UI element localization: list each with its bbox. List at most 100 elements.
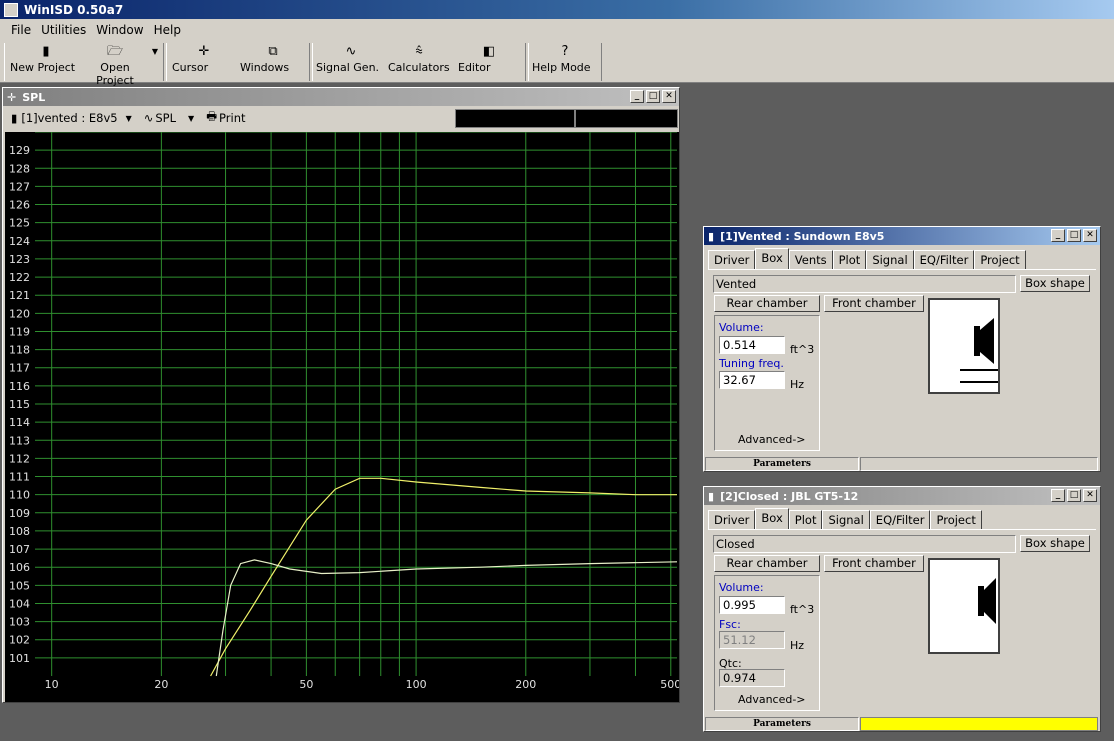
status-progress (860, 457, 1098, 471)
spl-chart[interactable]: 101 102 103 104 105 106 107 108 109 110 111 112 113 1… (5, 131, 681, 702)
tab-plot[interactable]: Plot (788, 510, 823, 529)
y-tick-label: 102 (9, 634, 30, 647)
closed-box-diagram (978, 578, 996, 624)
crosshair-icon: ✛ (7, 90, 17, 104)
tab-signal[interactable]: Signal (866, 250, 914, 269)
minimize-button[interactable]: _ (1051, 229, 1065, 242)
closed-tabs: Driver Box Plot Signal EQ/Filter Project (708, 508, 982, 529)
new-project-button[interactable]: ▮ New Project (10, 43, 82, 81)
tab-plot[interactable]: Plot (832, 250, 867, 269)
box-shape-button[interactable]: Box shape (1020, 275, 1090, 292)
tuning-input[interactable]: 32.67 (719, 371, 785, 389)
y-tick-label: 125 (9, 217, 30, 230)
y-tick-label: 114 (9, 416, 30, 429)
y-tick-label: 123 (9, 253, 30, 266)
front-chamber-button[interactable]: Front chamber (824, 295, 924, 312)
closed-window-controls: _ □ ✕ (1051, 489, 1097, 502)
cursor-button[interactable]: ✛ Cursor (172, 43, 236, 81)
close-button[interactable]: ✕ (1083, 489, 1097, 502)
rear-chamber-button[interactable]: Rear chamber (714, 295, 820, 312)
y-tick-label: 112 (9, 452, 30, 465)
close-button[interactable]: ✕ (662, 90, 676, 103)
y-tick-label: 101 (9, 652, 30, 665)
help-mode-button[interactable]: ? Help Mode (532, 43, 598, 81)
menu-help[interactable]: Help (154, 23, 181, 37)
x-tick-label: 50 (299, 678, 313, 691)
maximize-button[interactable]: □ (646, 90, 660, 103)
speaker-icon: ▮ (11, 111, 18, 125)
tab-driver[interactable]: Driver (708, 510, 756, 529)
print-button[interactable]: Print (219, 111, 245, 125)
x-tick-label: 200 (515, 678, 536, 691)
spl-window-controls: _ □ ✕ (630, 90, 676, 103)
minimize-button[interactable]: _ (1051, 489, 1065, 502)
windows-button[interactable]: ⧉ Windows (240, 43, 306, 81)
menu-window[interactable]: Window (96, 23, 143, 37)
speaker-icon: ◧ (482, 44, 496, 59)
y-tick-label: 109 (9, 507, 30, 520)
calculator-icon: ⩯ (415, 44, 423, 59)
volume-input[interactable]: 0.514 (719, 336, 785, 354)
spl-window-title: SPL (22, 90, 46, 104)
open-project-button[interactable]: 🗁 Open Project (80, 43, 150, 87)
minimize-button[interactable]: _ (630, 90, 644, 103)
tab-box[interactable]: Box (755, 248, 789, 269)
qtc-field: 0.974 (719, 669, 785, 687)
menu-file[interactable]: File (11, 23, 31, 37)
y-tick-label: 116 (9, 380, 30, 393)
y-tick-label: 119 (9, 325, 30, 338)
editor-button[interactable]: ◧ Editor (458, 43, 520, 81)
rear-chamber-button[interactable]: Rear chamber (714, 555, 820, 572)
volume-unit: ft^3 (790, 343, 815, 356)
advanced-link[interactable]: Advanced-> (738, 693, 806, 706)
status-parameters: Parameters (705, 717, 859, 731)
sine-wave-icon: ∿ (143, 111, 154, 125)
graph-select[interactable]: SPL (155, 111, 176, 125)
volume-input[interactable]: 0.995 (719, 596, 785, 614)
box-type-field: Closed (713, 535, 1016, 553)
x-tick-label: 500 (660, 678, 679, 691)
spl-plot[interactable]: 101 102 103 104 105 106 107 108 109 110 111 112 113 1… (5, 131, 681, 702)
signal-gen-button[interactable]: ∿ Signal Gen. (316, 43, 386, 81)
y-tick-label: 124 (9, 235, 30, 248)
y-tick-label: 126 (9, 199, 30, 212)
tab-eq-filter[interactable]: EQ/Filter (913, 250, 975, 269)
tab-vents[interactable]: Vents (788, 250, 833, 269)
y-tick-label: 118 (9, 344, 30, 357)
box-type-field: Vented (713, 275, 1016, 293)
tab-project[interactable]: Project (930, 510, 982, 529)
spl-series-line-1 (210, 477, 677, 677)
speaker-icon: ▮ (708, 489, 715, 503)
closed-window: ▮ [2]Closed : JBL GT5-12 _ □ ✕ Driver Bo… (703, 486, 1101, 732)
status-progress (860, 717, 1098, 731)
tab-driver[interactable]: Driver (708, 250, 756, 269)
front-chamber-button[interactable]: Front chamber (824, 555, 924, 572)
project-select-arrow-icon[interactable]: ▼ (126, 114, 132, 123)
advanced-link[interactable]: Advanced-> (738, 433, 806, 446)
folder-open-icon: 🗁 (106, 44, 124, 59)
maximize-button[interactable]: □ (1067, 489, 1081, 502)
y-tick-label: 129 (9, 144, 30, 157)
tab-box[interactable]: Box (755, 508, 789, 529)
tab-divider (708, 529, 1096, 530)
close-button[interactable]: ✕ (1083, 229, 1097, 242)
y-tick-label: 121 (9, 289, 30, 302)
project-select[interactable]: [1]vented : E8v5 (21, 111, 117, 125)
question-icon: ? (561, 44, 569, 59)
vented-tabs: Driver Box Vents Plot Signal EQ/Filter P… (708, 248, 1026, 269)
tab-signal[interactable]: Signal (822, 510, 870, 529)
status-parameters: Parameters (705, 457, 859, 471)
y-tick-label: 107 (9, 543, 30, 556)
calculators-button[interactable]: ⩯ Calculators (388, 43, 450, 81)
x-tick-label: 20 (154, 678, 168, 691)
menu-utilities[interactable]: Utilities (41, 23, 86, 37)
graph-select-arrow-icon[interactable]: ▼ (188, 114, 194, 123)
document-icon: ▮ (42, 44, 50, 59)
y-tick-label: 115 (9, 398, 30, 411)
tab-eq-filter[interactable]: EQ/Filter (869, 510, 931, 529)
tab-project[interactable]: Project (974, 250, 1026, 269)
maximize-button[interactable]: □ (1067, 229, 1081, 242)
speaker-icon: ▮ (708, 229, 715, 243)
box-shape-button[interactable]: Box shape (1020, 535, 1090, 552)
open-project-dropdown[interactable]: ▼ (148, 43, 162, 81)
